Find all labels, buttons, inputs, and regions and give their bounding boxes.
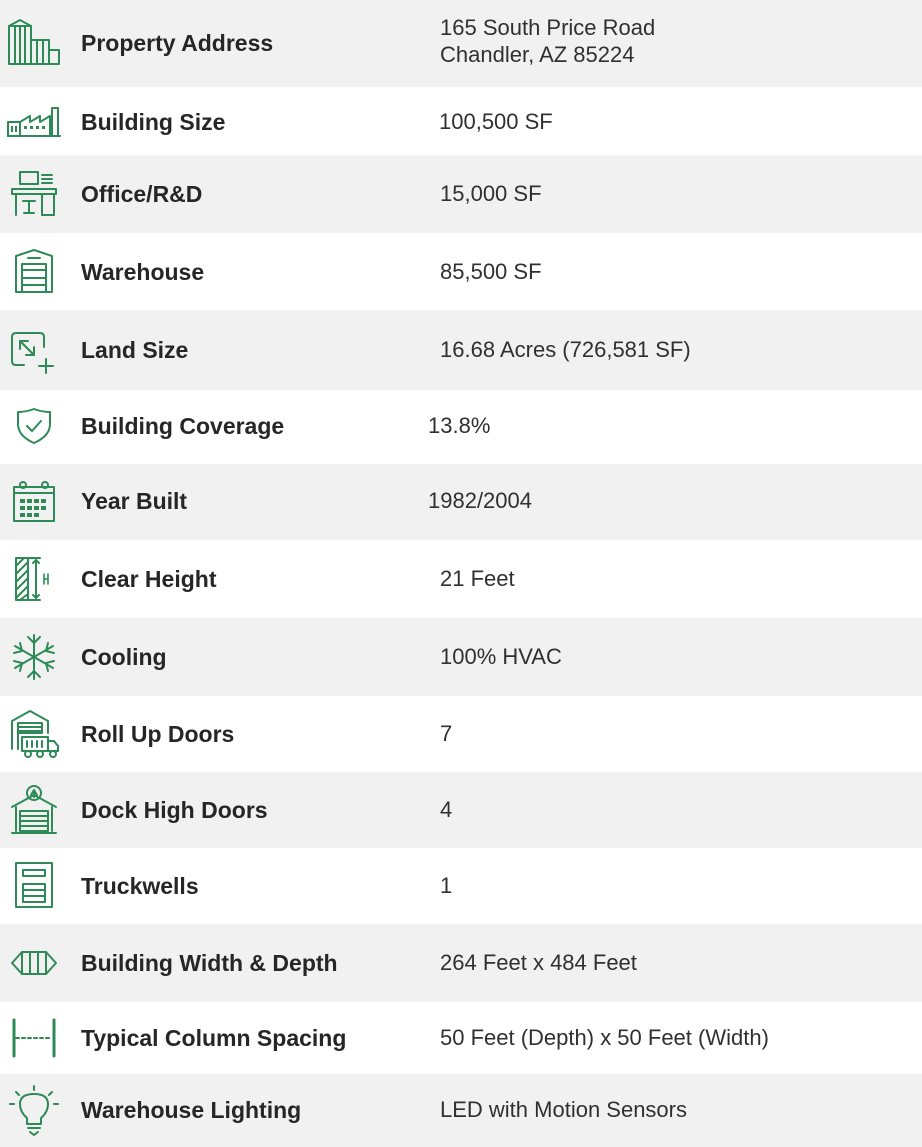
- spec-value: 264 Feet x 484 Feet: [440, 950, 637, 975]
- factory-icon: [6, 95, 62, 149]
- spec-label: Clear Height: [81, 566, 217, 592]
- spec-value: 16.68 Acres (726,581 SF): [440, 337, 691, 362]
- dock-door-icon: [6, 776, 62, 844]
- spec-label: Typical Column Spacing: [81, 1025, 347, 1051]
- spec-row-cooling: Cooling 100% HVAC: [0, 618, 922, 696]
- spec-label: Land Size: [81, 337, 189, 363]
- spec-value: 100% HVAC: [440, 644, 562, 669]
- truck-garage-icon: [6, 700, 62, 768]
- spec-value: 1982/2004: [428, 488, 532, 513]
- spec-value: 100,500 SF: [439, 109, 553, 134]
- buildings-icon: [6, 14, 62, 72]
- spec-label: Property Address: [81, 30, 274, 56]
- spec-value: 85,500 SF: [440, 259, 542, 284]
- spec-value: 7: [440, 721, 453, 746]
- spec-label: Office/R&D: [81, 181, 203, 207]
- spec-row-building-size: Building Size 100,500 SF: [0, 87, 922, 155]
- width-depth-icon: [6, 934, 62, 992]
- spec-row-building-width-depth: Building Width & Depth 264 Feet x 484 Fe…: [0, 924, 922, 1002]
- office-desk-icon: [6, 161, 62, 227]
- spec-row-warehouse: Warehouse 85,500 SF: [0, 233, 922, 310]
- spec-value: 21 Feet: [440, 566, 515, 591]
- spec-label: Warehouse Lighting: [81, 1097, 302, 1123]
- spec-label: Building Width & Depth: [81, 950, 338, 976]
- clear-height-icon: [6, 548, 62, 610]
- calendar-icon: [6, 472, 62, 532]
- spec-row-land-size: Land Size 16.68 Acres (726,581 SF): [0, 310, 922, 390]
- spec-value: 13.8%: [428, 413, 491, 438]
- spec-row-building-coverage: Building Coverage 13.8%: [0, 390, 922, 464]
- spec-label: Truckwells: [81, 873, 199, 899]
- spec-label: Cooling: [81, 644, 167, 670]
- spec-value: 1: [440, 873, 453, 898]
- address-line-1: 165 South Price Road: [440, 15, 656, 40]
- spec-row-property-address: Property Address 165 South Price Road Ch…: [0, 0, 922, 87]
- spec-label: Roll Up Doors: [81, 721, 235, 747]
- spec-value: 4: [440, 797, 453, 822]
- truckwell-icon: [6, 854, 62, 916]
- spec-label: Dock High Doors: [81, 797, 268, 823]
- land-resize-icon: [6, 320, 62, 382]
- spec-label: Building Coverage: [81, 413, 285, 439]
- spec-row-year-built: Year Built 1982/2004: [0, 464, 922, 540]
- spec-value: 50 Feet (Depth) x 50 Feet (Width): [440, 1025, 769, 1050]
- property-specs-table: Property Address 165 South Price Road Ch…: [0, 0, 922, 1147]
- spec-label: Warehouse: [81, 259, 205, 285]
- spec-row-typical-column-spacing: Typical Column Spacing 50 Feet (Depth) x…: [0, 1002, 922, 1074]
- spec-label: Building Size: [81, 109, 226, 135]
- shield-check-icon: [6, 396, 62, 456]
- spec-value: 15,000 SF: [440, 181, 542, 206]
- spec-row-dock-high-doors: Dock High Doors 4: [0, 772, 922, 848]
- warehouse-icon: [6, 241, 62, 301]
- column-spacing-icon: [6, 1006, 62, 1070]
- spec-row-warehouse-lighting: Warehouse Lighting LED with Motion Senso…: [0, 1074, 922, 1147]
- address-line-2: Chandler, AZ 85224: [440, 42, 635, 67]
- spec-row-clear-height: Clear Height 21 Feet: [0, 540, 922, 618]
- snowflake-icon: [6, 624, 62, 690]
- spec-value: 165 South Price Road Chandler, AZ 85224: [440, 14, 655, 68]
- spec-row-roll-up-doors: Roll Up Doors 7: [0, 696, 922, 772]
- spec-row-office-rd: Office/R&D 15,000 SF: [0, 155, 922, 233]
- spec-row-truckwells: Truckwells 1: [0, 848, 922, 924]
- spec-value: LED with Motion Sensors: [440, 1097, 687, 1122]
- lightbulb-icon: [6, 1078, 62, 1142]
- spec-label: Year Built: [81, 488, 188, 514]
